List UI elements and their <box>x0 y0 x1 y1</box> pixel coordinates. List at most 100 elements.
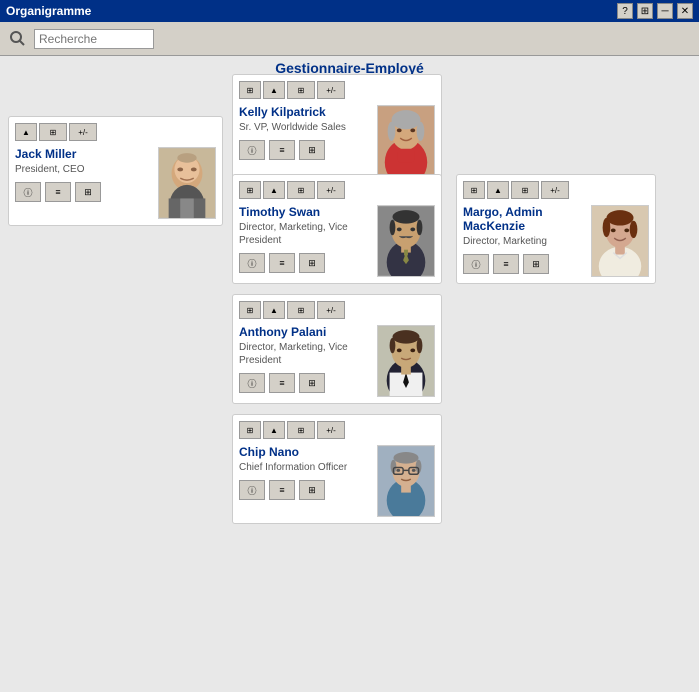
photo-margo <box>591 205 649 277</box>
org-btn-anthony[interactable]: ⊞ <box>287 301 315 319</box>
card-body-jack: Jack Miller President, CEO ⓘ ≡ ⊞ <box>15 147 216 219</box>
employee-name-anthony: Anthony Palani <box>239 325 369 339</box>
up-arrow-timothy[interactable]: ▲ <box>263 181 285 199</box>
photo-timothy <box>377 205 435 277</box>
restore-button[interactable]: ⊞ <box>637 3 653 19</box>
org-action-btn-chip[interactable]: ⊞ <box>299 480 325 500</box>
card-actions-kelly: ⓘ ≡ ⊞ <box>239 140 369 160</box>
info-btn-kelly[interactable]: ⓘ <box>239 140 265 160</box>
up-arrow-chip[interactable]: ▲ <box>263 421 285 439</box>
info-btn-anthony[interactable]: ⓘ <box>239 373 265 393</box>
plusminus-chip[interactable]: +/- <box>317 421 345 439</box>
info-btn-chip[interactable]: ⓘ <box>239 480 265 500</box>
card-info-timothy: Timothy Swan Director, Marketing, Vice P… <box>239 205 369 277</box>
employee-title-timothy: Director, Marketing, Vice President <box>239 221 369 247</box>
search-icon <box>8 29 28 49</box>
search-input[interactable] <box>34 29 154 49</box>
card-actions-anthony: ⓘ ≡ ⊞ <box>239 373 369 393</box>
card-toolbar-margo: ⊞ ▲ ⊞ +/- <box>463 181 649 199</box>
employee-name-chip: Chip Nano <box>239 445 369 459</box>
employee-name-timothy: Timothy Swan <box>239 205 369 219</box>
window-controls: ? ⊞ ─ ✕ <box>617 3 693 19</box>
card-info-jack: Jack Miller President, CEO ⓘ ≡ ⊞ <box>15 147 150 219</box>
card-actions-jack: ⓘ ≡ ⊞ <box>15 182 150 202</box>
card-toolbar-jack: ▲ ⊞ +/- <box>15 123 216 141</box>
org-btn-kelly[interactable]: ⊞ <box>287 81 315 99</box>
nav-icon-kelly[interactable]: ⊞ <box>239 81 261 99</box>
org-action-btn-jack[interactable]: ⊞ <box>75 182 101 202</box>
employee-name-jack: Jack Miller <box>15 147 150 161</box>
org-btn-margo[interactable]: ⊞ <box>511 181 539 199</box>
org-action-btn-anthony[interactable]: ⊞ <box>299 373 325 393</box>
list-btn-anthony[interactable]: ≡ <box>269 373 295 393</box>
employee-title-jack: President, CEO <box>15 163 150 176</box>
org-action-btn-timothy[interactable]: ⊞ <box>299 253 325 273</box>
card-chip: ⊞ ▲ ⊞ +/- Chip Nano Chief Information Of… <box>232 414 442 524</box>
list-btn-jack[interactable]: ≡ <box>45 182 71 202</box>
plusminus-kelly[interactable]: +/- <box>317 81 345 99</box>
photo-jack <box>158 147 216 219</box>
photo-anthony <box>377 325 435 397</box>
card-kelly: ⊞ ▲ ⊞ +/- Kelly Kilpatrick Sr. VP, World… <box>232 74 442 184</box>
org-btn-chip[interactable]: ⊞ <box>287 421 315 439</box>
card-actions-timothy: ⓘ ≡ ⊞ <box>239 253 369 273</box>
card-timothy: ⊞ ▲ ⊞ +/- Timothy Swan Director, Marketi… <box>232 174 442 284</box>
employee-name-margo: Margo, Admin MacKenzie <box>463 205 583 233</box>
list-btn-chip[interactable]: ≡ <box>269 480 295 500</box>
nav-icon-timothy[interactable]: ⊞ <box>239 181 261 199</box>
card-actions-margo: ⓘ ≡ ⊞ <box>463 254 583 274</box>
plusminus-anthony[interactable]: +/- <box>317 301 345 319</box>
org-btn-jack[interactable]: ⊞ <box>39 123 67 141</box>
nav-icon-chip[interactable]: ⊞ <box>239 421 261 439</box>
main-content: Gestionnaire-Employé ▲ ⊞ +/- Jack Miller… <box>0 56 699 692</box>
card-toolbar-kelly: ⊞ ▲ ⊞ +/- <box>239 81 435 99</box>
employee-title-kelly: Sr. VP, Worldwide Sales <box>239 121 369 134</box>
card-info-chip: Chip Nano Chief Information Officer ⓘ ≡ … <box>239 445 369 517</box>
card-info-kelly: Kelly Kilpatrick Sr. VP, Worldwide Sales… <box>239 105 369 177</box>
employee-title-margo: Director, Marketing <box>463 235 583 248</box>
card-body-chip: Chip Nano Chief Information Officer ⓘ ≡ … <box>239 445 435 517</box>
card-body-margo: Margo, Admin MacKenzie Director, Marketi… <box>463 205 649 277</box>
card-margo: ⊞ ▲ ⊞ +/- Margo, Admin MacKenzie Directo… <box>456 174 656 284</box>
card-actions-chip: ⓘ ≡ ⊞ <box>239 480 369 500</box>
card-body-anthony: Anthony Palani Director, Marketing, Vice… <box>239 325 435 397</box>
photo-chip <box>377 445 435 517</box>
employee-title-anthony: Director, Marketing, Vice President <box>239 341 369 367</box>
employee-name-kelly: Kelly Kilpatrick <box>239 105 369 119</box>
card-toolbar-chip: ⊞ ▲ ⊞ +/- <box>239 421 435 439</box>
employee-title-chip: Chief Information Officer <box>239 461 369 474</box>
list-btn-timothy[interactable]: ≡ <box>269 253 295 273</box>
org-btn-timothy[interactable]: ⊞ <box>287 181 315 199</box>
app-title: Organigramme <box>6 4 91 18</box>
close-button[interactable]: ✕ <box>677 3 693 19</box>
help-button[interactable]: ? <box>617 3 633 19</box>
info-btn-timothy[interactable]: ⓘ <box>239 253 265 273</box>
up-arrow-kelly[interactable]: ▲ <box>263 81 285 99</box>
photo-kelly <box>377 105 435 177</box>
org-action-btn-margo[interactable]: ⊞ <box>523 254 549 274</box>
card-toolbar-anthony: ⊞ ▲ ⊞ +/- <box>239 301 435 319</box>
up-arrow-margo[interactable]: ▲ <box>487 181 509 199</box>
info-btn-jack[interactable]: ⓘ <box>15 182 41 202</box>
plusminus-timothy[interactable]: +/- <box>317 181 345 199</box>
card-body-kelly: Kelly Kilpatrick Sr. VP, Worldwide Sales… <box>239 105 435 177</box>
minimize-button[interactable]: ─ <box>657 3 673 19</box>
card-body-timothy: Timothy Swan Director, Marketing, Vice P… <box>239 205 435 277</box>
plusminus-jack[interactable]: +/- <box>69 123 97 141</box>
list-btn-kelly[interactable]: ≡ <box>269 140 295 160</box>
org-action-btn-kelly[interactable]: ⊞ <box>299 140 325 160</box>
nav-icon-margo[interactable]: ⊞ <box>463 181 485 199</box>
nav-icon-anthony[interactable]: ⊞ <box>239 301 261 319</box>
card-info-anthony: Anthony Palani Director, Marketing, Vice… <box>239 325 369 397</box>
card-toolbar-timothy: ⊞ ▲ ⊞ +/- <box>239 181 435 199</box>
up-arrow-anthony[interactable]: ▲ <box>263 301 285 319</box>
card-jack: ▲ ⊞ +/- Jack Miller President, CEO ⓘ ≡ ⊞ <box>8 116 223 226</box>
card-info-margo: Margo, Admin MacKenzie Director, Marketi… <box>463 205 583 277</box>
info-btn-margo[interactable]: ⓘ <box>463 254 489 274</box>
toolbar <box>0 22 699 56</box>
plusminus-margo[interactable]: +/- <box>541 181 569 199</box>
list-btn-margo[interactable]: ≡ <box>493 254 519 274</box>
up-arrow-jack[interactable]: ▲ <box>15 123 37 141</box>
titlebar: Organigramme ? ⊞ ─ ✕ <box>0 0 699 22</box>
card-anthony: ⊞ ▲ ⊞ +/- Anthony Palani Director, Marke… <box>232 294 442 404</box>
